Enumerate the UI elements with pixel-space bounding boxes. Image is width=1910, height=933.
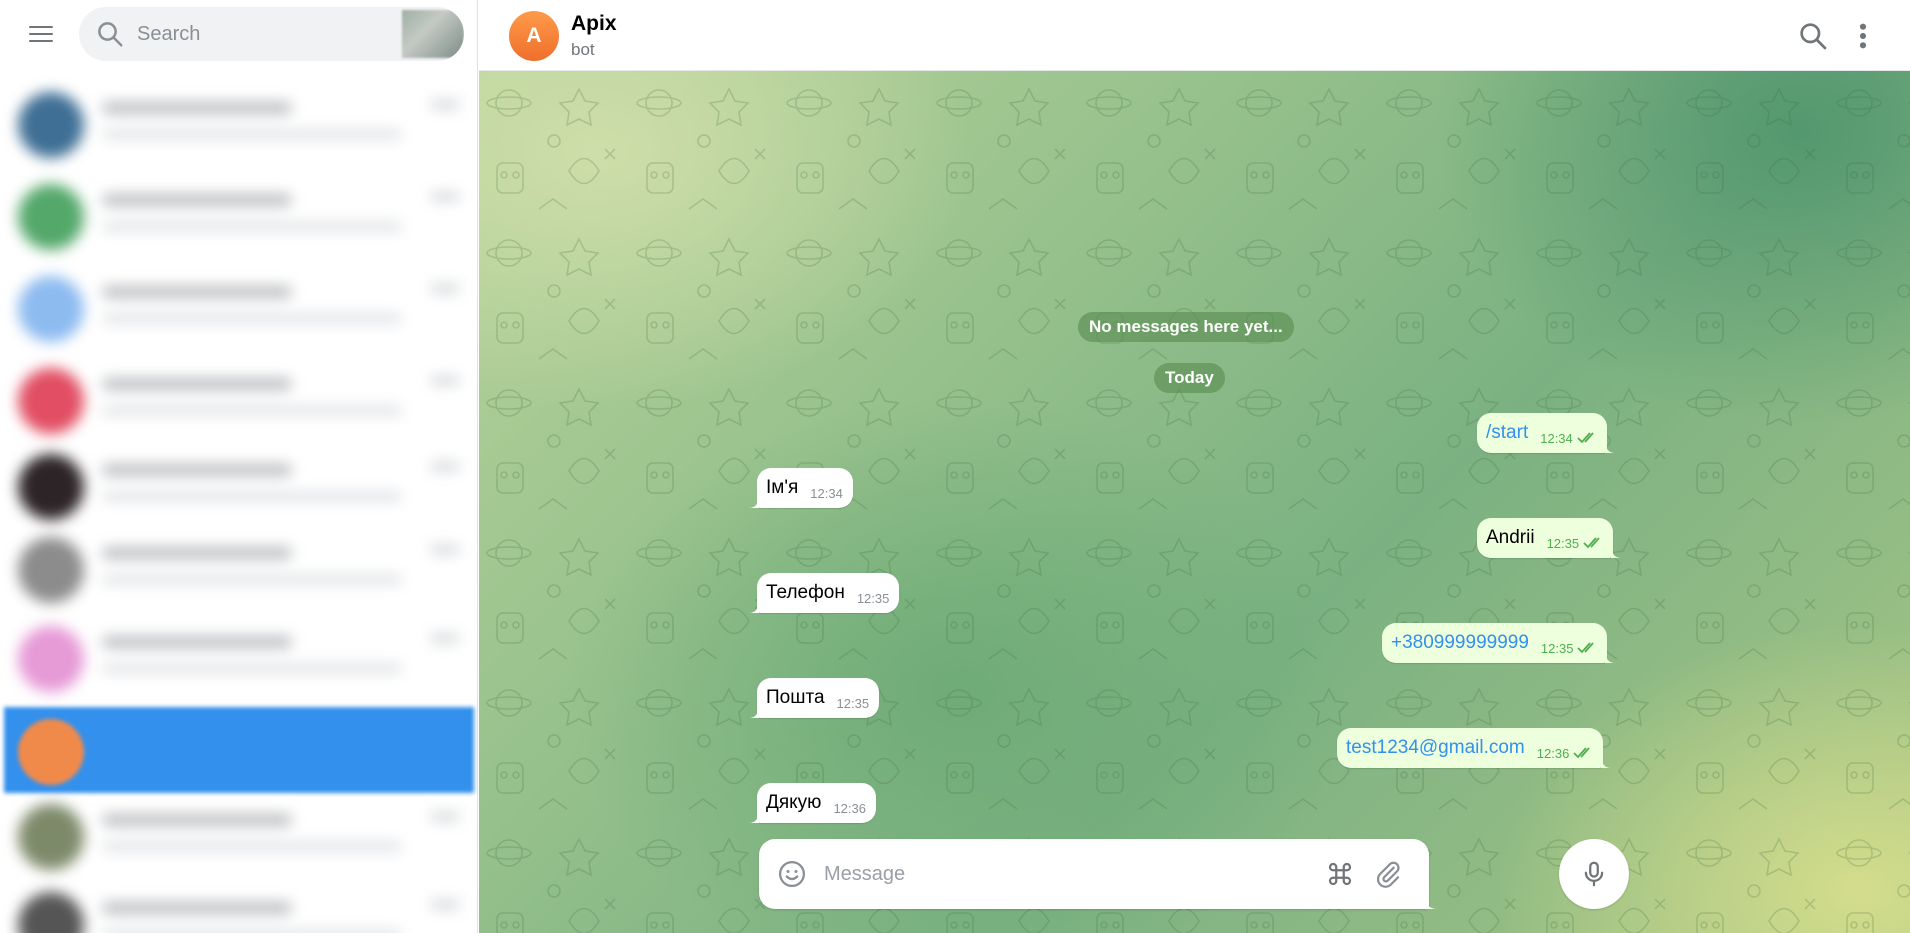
message-text: Ім'я <box>766 477 799 498</box>
phone-link[interactable]: +380999999999 <box>1391 632 1529 654</box>
chat-list-item[interactable] <box>4 80 474 166</box>
avatar <box>18 537 84 603</box>
avatar <box>18 276 84 342</box>
search-input[interactable] <box>137 22 377 46</box>
voice-record-button[interactable] <box>1559 839 1629 909</box>
avatar <box>18 184 84 250</box>
message-list: No messages here yet... Today /start 12:… <box>479 71 1910 933</box>
message-input[interactable] <box>824 859 1344 889</box>
message-text: Дякую <box>766 792 822 813</box>
message-composer <box>759 839 1429 909</box>
read-receipt-icon <box>1577 431 1594 443</box>
chat-header[interactable]: A Apix bot <box>479 0 1910 71</box>
chat-list-item[interactable] <box>4 880 474 933</box>
avatar <box>18 892 84 933</box>
more-vertical-icon[interactable] <box>1853 20 1873 52</box>
outgoing-message[interactable]: +380999999999 12:35 <box>1382 623 1616 663</box>
chat-list-item[interactable] <box>4 356 474 442</box>
incoming-message[interactable]: Ім'я 12:34 <box>749 468 853 508</box>
chat-list-item-active[interactable] <box>4 707 474 793</box>
read-receipt-icon <box>1583 536 1600 548</box>
microphone-icon <box>1584 861 1604 887</box>
avatar[interactable]: A <box>509 11 559 61</box>
message-time: 12:35 <box>836 695 870 711</box>
avatar <box>18 804 84 870</box>
chat-list-item[interactable] <box>4 525 474 611</box>
chat-sidebar <box>0 0 478 933</box>
avatar <box>18 454 84 520</box>
avatar <box>18 92 84 158</box>
empty-chat-notice: No messages here yet... <box>1078 312 1294 342</box>
chat-list <box>0 80 477 933</box>
message-time: 12:36 <box>1536 745 1570 761</box>
chat-list-item[interactable] <box>4 614 474 700</box>
avatar <box>18 626 84 692</box>
incoming-message[interactable]: Телефон 12:35 <box>749 573 900 613</box>
search-icon <box>98 22 123 47</box>
outgoing-message[interactable]: /start 12:34 <box>1477 413 1615 453</box>
chat-subtitle: bot <box>571 40 595 59</box>
message-time: 12:36 <box>833 800 866 816</box>
date-separator: Today <box>1154 363 1225 393</box>
message-text[interactable]: /start <box>1486 422 1528 444</box>
blurred-thumbnail <box>402 10 464 58</box>
emoji-icon[interactable] <box>777 859 807 889</box>
message-time: 12:34 <box>1540 430 1573 446</box>
search-bar[interactable] <box>79 7 464 61</box>
message-time: 12:35 <box>1540 640 1574 656</box>
read-receipt-icon <box>1573 746 1590 758</box>
email-link[interactable]: test1234@gmail.com <box>1346 737 1525 759</box>
incoming-message[interactable]: Пошта 12:35 <box>749 678 880 718</box>
message-text: Телефон <box>766 582 845 603</box>
avatar <box>18 368 84 434</box>
chat-title: Apix <box>571 12 617 35</box>
chat-list-item[interactable] <box>4 264 474 350</box>
chat-view: A Apix bot No messages here yet... Today… <box>479 0 1910 933</box>
chat-list-item[interactable] <box>4 172 474 258</box>
message-text: Пошта <box>766 687 825 708</box>
message-time: 12:35 <box>1546 535 1580 551</box>
composer-tail <box>1425 894 1437 909</box>
attach-icon[interactable] <box>1373 859 1403 889</box>
incoming-message[interactable]: Дякую 12:36 <box>749 783 876 823</box>
search-icon[interactable] <box>1797 20 1829 52</box>
read-receipt-icon <box>1577 641 1595 653</box>
message-time: 12:35 <box>856 590 890 606</box>
chat-list-item[interactable] <box>4 442 474 528</box>
outgoing-message[interactable]: test1234@gmail.com 12:36 <box>1337 728 1612 768</box>
hamburger-menu-icon[interactable] <box>20 15 62 53</box>
avatar <box>18 719 84 785</box>
message-time: 12:34 <box>810 485 843 501</box>
message-text: Andrii <box>1486 527 1535 548</box>
chat-list-item[interactable] <box>4 792 474 878</box>
sidebar-header <box>0 0 477 68</box>
outgoing-message[interactable]: Andrii 12:35 <box>1477 518 1622 558</box>
bot-commands-icon[interactable] <box>1325 859 1355 889</box>
